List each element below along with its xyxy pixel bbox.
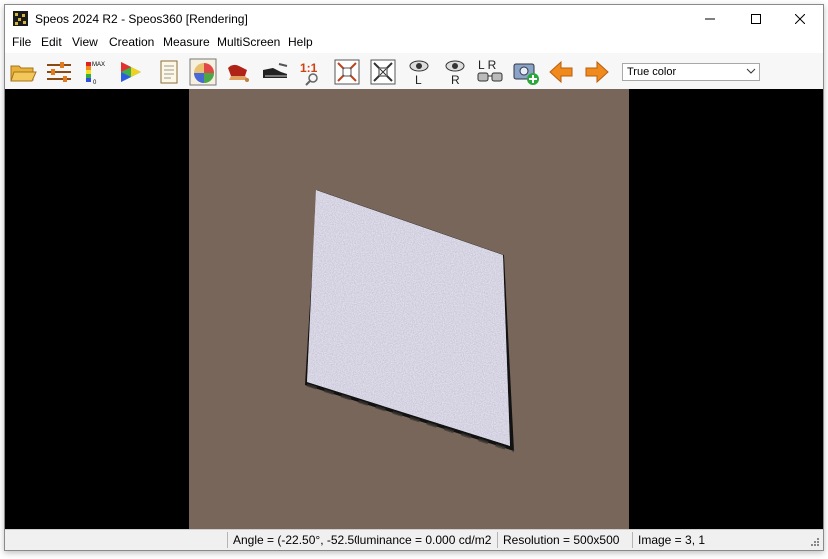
menu-file[interactable]: File [12,35,31,49]
zoom-1-1-button[interactable]: 1:1 [297,58,325,86]
toolbar: MAX 0 1:1 L R L R True color [5,53,823,90]
add-camera-icon [513,63,539,85]
previous-button[interactable] [547,58,575,86]
open-button[interactable] [9,58,37,86]
status-luminance: luminance = 0.000 cd/m2 [357,533,492,547]
arrow-left-icon [549,60,573,84]
stereo-label: L R [478,58,497,72]
close-icon [795,14,805,24]
document-icon [160,60,178,84]
paint-button[interactable] [225,58,253,86]
eye-right-label: R [451,73,460,86]
fit-icon [334,59,360,85]
arrow-right-icon [585,60,609,84]
color-triangle-icon [121,62,141,82]
left-eye-button[interactable]: L [405,58,433,86]
maximize-button[interactable] [733,5,779,33]
settings-sliders-icon [47,62,71,82]
scale-button[interactable]: MAX 0 [83,58,111,86]
chevron-down-icon [746,68,756,74]
one-to-one-label: 1:1 [300,61,318,75]
fit-button[interactable] [333,58,361,86]
color-mode-select[interactable]: True color [622,63,760,81]
window-title: Speos 2024 R2 - Speos360 [Rendering] [35,12,248,26]
title-bar: Speos 2024 R2 - Speos360 [Rendering] [5,5,823,33]
max-scale-icon: MAX 0 [86,62,105,86]
zoom-1-1-icon: 1:1 [300,61,318,86]
minimize-icon [705,18,715,20]
menu-edit[interactable]: Edit [41,35,62,49]
status-resolution: Resolution = 500x500 [503,533,620,547]
app-window: Speos 2024 R2 - Speos360 [Rendering] Fil… [4,4,824,551]
document-button[interactable] [155,58,183,86]
fit-full-button[interactable] [369,58,397,86]
right-eye-button[interactable]: R [441,58,469,86]
color-wheel-icon [189,58,217,86]
open-folder-icon [10,65,37,82]
next-button[interactable] [583,58,611,86]
shoes-button[interactable] [261,58,289,86]
resize-grip-icon[interactable] [810,537,820,547]
speos-app-icon [13,11,28,26]
menu-measure[interactable]: Measure [163,35,210,49]
fit-full-icon [370,59,396,85]
color-triangle-button[interactable] [117,58,145,86]
shoes-icon [263,63,288,78]
color-mode-value: True color [627,66,677,78]
settings-button[interactable] [45,58,73,86]
menu-help[interactable]: Help [288,35,313,49]
color-wheel-button[interactable] [189,58,217,86]
rendered-scene [305,190,515,453]
eye-left-label: L [415,73,422,86]
close-button[interactable] [777,5,823,33]
render-viewport[interactable] [5,89,823,529]
add-camera-button[interactable] [511,58,539,86]
menu-multiscreen[interactable]: MultiScreen [217,35,280,49]
status-image: Image = 3, 1 [638,533,706,547]
eye-left-icon: L [409,60,429,86]
rendered-image [189,89,629,529]
maximize-icon [751,14,761,24]
minimize-button[interactable] [687,5,733,33]
stereo-glasses-icon: L R [477,58,503,82]
scale-max-label: MAX [92,62,105,68]
menu-bar: File Edit View Creation Measure MultiScr… [5,33,823,53]
stereo-button[interactable]: L R [475,58,503,86]
menu-view[interactable]: View [72,35,98,49]
status-angle: Angle = (-22.50°, -52.50 [233,533,357,547]
paint-icon [228,64,249,82]
menu-creation[interactable]: Creation [109,35,154,49]
scale-min-label: 0 [93,80,97,86]
status-bar: Angle = (-22.50°, -52.50 luminance = 0.0… [5,529,823,550]
eye-right-icon: R [445,60,465,86]
